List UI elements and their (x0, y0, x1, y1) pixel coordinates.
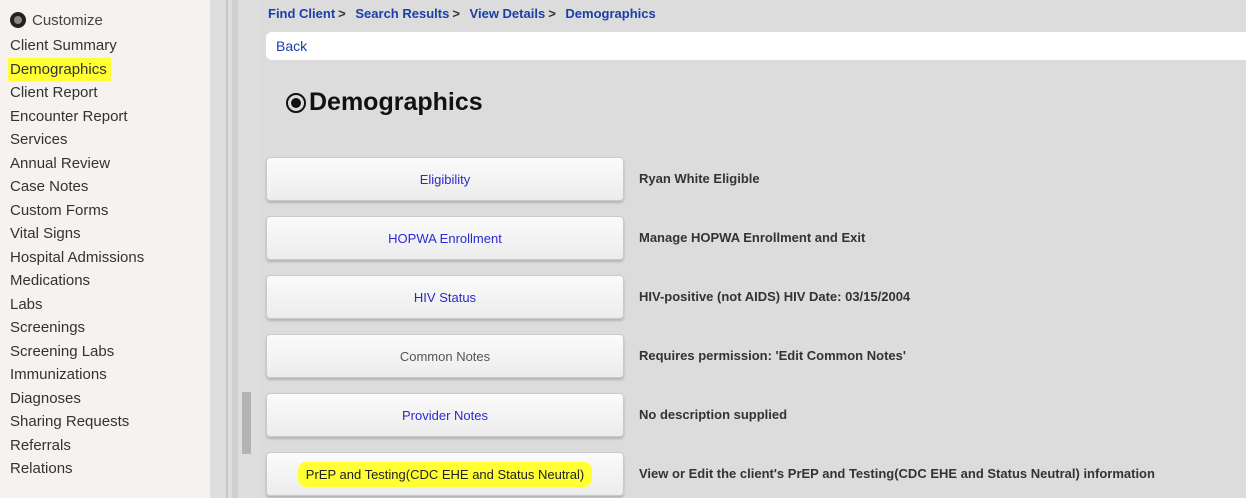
breadcrumb-find-client[interactable]: Find Client (268, 6, 335, 21)
main-content: Find Client > Search Results > View Detail… (258, 0, 1246, 498)
sidebar-item-labs[interactable]: Labs (10, 296, 43, 313)
provider-notes-description: No description supplied (639, 407, 788, 422)
breadcrumb-separator: > (452, 6, 460, 21)
breadcrumb-separator: > (338, 6, 346, 21)
sidebar-item-hospital-admissions[interactable]: Hospital Admissions (10, 249, 144, 266)
prep-testing-description: View or Edit the client's PrEP and Testi… (639, 466, 1155, 481)
sidebar-item-screenings[interactable]: Screenings (10, 319, 85, 336)
sidebar-item-screening-labs[interactable]: Screening Labs (10, 343, 114, 360)
sidebar-item-immunizations[interactable]: Immunizations (10, 366, 107, 383)
eligibility-description: Ryan White Eligible (639, 171, 760, 186)
common-notes-button-label: Common Notes (399, 348, 491, 364)
sidebar-item-case-notes[interactable]: Case Notes (10, 178, 88, 195)
sidebar-customize-label: Customize (32, 11, 103, 29)
eligibility-button-label: Eligibility (419, 171, 471, 187)
scrollbar-thumb[interactable] (242, 392, 251, 454)
sidebar-item-sharing-requests[interactable]: Sharing Requests (10, 413, 129, 430)
common-notes-description: Requires permission: 'Edit Common Notes' (639, 348, 906, 363)
sidebar-item-annual-review[interactable]: Annual Review (10, 155, 110, 172)
breadcrumb-separator: > (548, 6, 556, 21)
breadcrumb-view-details[interactable]: View Details (470, 6, 546, 21)
hiv-status-button[interactable]: HIV Status (266, 275, 624, 319)
hiv-status-description: HIV-positive (not AIDS) HIV Date: 03/15/… (639, 289, 911, 304)
common-notes-button[interactable]: Common Notes (266, 334, 624, 378)
sidebar-item-diagnoses[interactable]: Diagnoses (10, 390, 81, 407)
sidebar-customize[interactable]: Customize (10, 6, 144, 34)
hiv-status-button-label: HIV Status (413, 289, 477, 305)
sidebar-item-client-summary[interactable]: Client Summary (10, 37, 117, 54)
sidebar-menu: Customize Client Summary Demographics Cl… (8, 6, 144, 481)
sidebar-item-client-report[interactable]: Client Report (10, 84, 98, 101)
hopwa-enrollment-button-label: HOPWA Enrollment (388, 230, 502, 246)
page-title-text: Demographics (309, 88, 483, 116)
demographics-row-hopwa: HOPWA Enrollment Manage HOPWA Enrollment… (266, 216, 1246, 260)
provider-notes-button[interactable]: Provider Notes (266, 393, 624, 437)
sidebar-item-demographics[interactable]: Demographics (8, 57, 111, 81)
breadcrumb: Find Client > Search Results > View Detail… (268, 6, 656, 21)
sidebar-item-relations[interactable]: Relations (10, 460, 73, 477)
page-title: Demographics (286, 88, 483, 117)
hopwa-enrollment-button[interactable]: HOPWA Enrollment (266, 216, 624, 260)
sidebar-item-vital-signs[interactable]: Vital Signs (10, 225, 81, 242)
sidebar-item-custom-forms[interactable]: Custom Forms (10, 202, 108, 219)
breadcrumb-demographics[interactable]: Demographics (565, 6, 655, 21)
demographics-row-eligibility: Eligibility Ryan White Eligible (266, 157, 1246, 201)
radio-bullet-icon (286, 92, 306, 113)
prep-testing-button[interactable]: PrEP and Testing(CDC EHE and Status Neut… (266, 452, 624, 496)
demographics-row-prep-testing: PrEP and Testing(CDC EHE and Status Neut… (266, 452, 1246, 496)
back-bar: Back (266, 32, 1246, 60)
sidebar-item-referrals[interactable]: Referrals (10, 437, 71, 454)
sidebar-item-medications[interactable]: Medications (10, 272, 90, 289)
divider-line (226, 0, 228, 498)
back-link[interactable]: Back (276, 38, 307, 54)
hopwa-enrollment-description: Manage HOPWA Enrollment and Exit (639, 230, 866, 245)
provider-notes-button-label: Provider Notes (402, 407, 488, 423)
sidebar-item-services[interactable]: Services (10, 131, 68, 148)
scrollbar-track[interactable] (232, 0, 238, 498)
sidebar: Customize Client Summary Demographics Cl… (0, 0, 210, 498)
radio-button-icon (10, 12, 26, 28)
demographics-row-hiv-status: HIV Status HIV-positive (not AIDS) HIV D… (266, 275, 1246, 319)
breadcrumb-search-results[interactable]: Search Results (355, 6, 449, 21)
sidebar-item-encounter-report[interactable]: Encounter Report (10, 108, 128, 125)
prep-testing-button-label: PrEP and Testing(CDC EHE and Status Neut… (297, 461, 593, 487)
demographics-row-common-notes: Common Notes Requires permission: 'Edit … (266, 334, 1246, 378)
eligibility-button[interactable]: Eligibility (266, 157, 624, 201)
demographics-row-provider-notes: Provider Notes No description supplied (266, 393, 1246, 437)
